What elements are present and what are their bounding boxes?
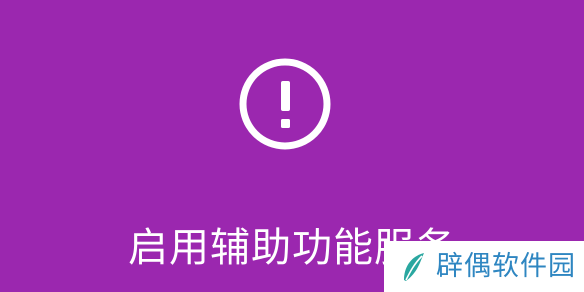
accessibility-prompt-panel: 启用辅助功能服务 辟偶软件园 [0, 0, 584, 292]
exclamation-circle-icon [239, 58, 331, 150]
watermark-badge: 辟偶软件园 [384, 241, 584, 292]
leaf-logo-icon [404, 252, 424, 281]
watermark-text: 辟偶软件园 [436, 250, 576, 282]
